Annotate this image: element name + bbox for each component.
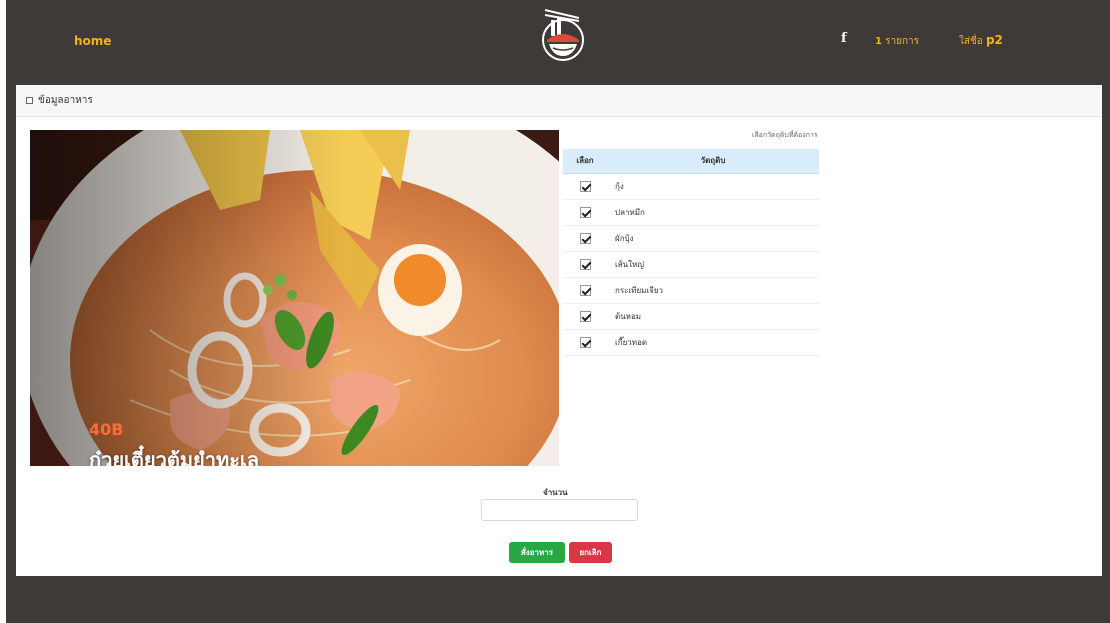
col-select-header: เลือก [563, 149, 607, 174]
ingredients-table: เลือก วัตถุดิบ กุ้ง ปลาหมึก ผักบุ้ง เส้นใหญ… [563, 149, 819, 356]
ingredient-checkbox[interactable] [579, 232, 591, 244]
ingredient-row: เส้นใหญ่ [563, 251, 819, 278]
food-image: 40B ก๋วยเตี๋ยวต้มยำทะเล [30, 130, 559, 466]
facebook-icon[interactable]: f [841, 31, 847, 46]
list-icon [26, 97, 33, 104]
quantity-label: จำนวน [543, 488, 568, 497]
cart-label: รายการ [885, 36, 920, 47]
ingredient-row: กระเทียมเจียว [563, 277, 819, 304]
ingredient-row: ต้นหอม [563, 303, 819, 330]
cancel-button[interactable]: ยกเลิก [569, 542, 612, 563]
ingredient-checkbox[interactable] [579, 310, 591, 322]
top-navbar: home f 1 รายการ ใส่ชื่อ p2 [6, 0, 1110, 84]
cart-count: 1 [875, 36, 882, 47]
ingredient-checkbox-cell [563, 329, 607, 356]
user-link[interactable]: ใส่ชื่อ p2 [959, 33, 1003, 49]
food-detail-card: ข้อมูลอาหาร 40B ก๋วยเตี๋ยวต้มยำทะเล เลือ… [16, 85, 1102, 576]
ingredient-name: เกี๊ยวทอด [607, 329, 819, 356]
ingredient-name: ปลาหมึก [607, 199, 819, 226]
tom-yum-bowl-photo [30, 130, 559, 466]
ingredient-checkbox-cell [563, 303, 607, 330]
ingredient-name: ต้นหอม [607, 303, 819, 330]
food-price: 40B [89, 420, 124, 439]
card-header-title: ข้อมูลอาหาร [38, 95, 93, 106]
quantity-input[interactable] [481, 499, 638, 521]
ingredient-row: ผักบุ้ง [563, 225, 819, 252]
ingredient-checkbox[interactable] [579, 180, 591, 192]
nav-home-link[interactable]: home [74, 34, 111, 48]
ingredient-checkbox[interactable] [579, 206, 591, 218]
ingredient-checkbox[interactable] [579, 258, 591, 270]
page-left-edge [0, 0, 6, 623]
ingredient-checkbox[interactable] [579, 284, 591, 296]
ingredient-checkbox-cell [563, 225, 607, 252]
ingredient-name: เส้นใหญ่ [607, 251, 819, 278]
ingredient-row: ปลาหมึก [563, 199, 819, 226]
ingredient-row: เกี๊ยวทอด [563, 329, 819, 356]
ingredient-row: กุ้ง [563, 173, 819, 200]
user-prefix: ใส่ชื่อ [959, 36, 983, 47]
ingredients-title: เลือกวัตถุดิบที่ต้องการ [752, 131, 818, 139]
order-button[interactable]: สั่งอาหาร [509, 542, 565, 563]
ingredient-name: กระเทียมเจียว [607, 277, 819, 304]
noodle-bowl-logo-icon [542, 9, 584, 61]
col-name-header: วัตถุดิบ [607, 149, 819, 174]
table-header-row: เลือก วัตถุดิบ [563, 149, 819, 174]
ingredient-checkbox-cell [563, 251, 607, 278]
ingredient-checkbox-cell [563, 173, 607, 200]
ingredient-checkbox-cell [563, 277, 607, 304]
ingredient-name: ผักบุ้ง [607, 225, 819, 252]
restaurant-logo[interactable] [535, 6, 591, 66]
food-name: ก๋วยเตี๋ยวต้มยำทะเล [89, 448, 259, 466]
card-header: ข้อมูลอาหาร [16, 85, 1102, 117]
cart-link[interactable]: 1 รายการ [875, 34, 919, 49]
ingredient-checkbox[interactable] [579, 336, 591, 348]
ingredient-checkbox-cell [563, 199, 607, 226]
user-name: p2 [985, 33, 1003, 47]
ingredient-name: กุ้ง [607, 173, 819, 200]
